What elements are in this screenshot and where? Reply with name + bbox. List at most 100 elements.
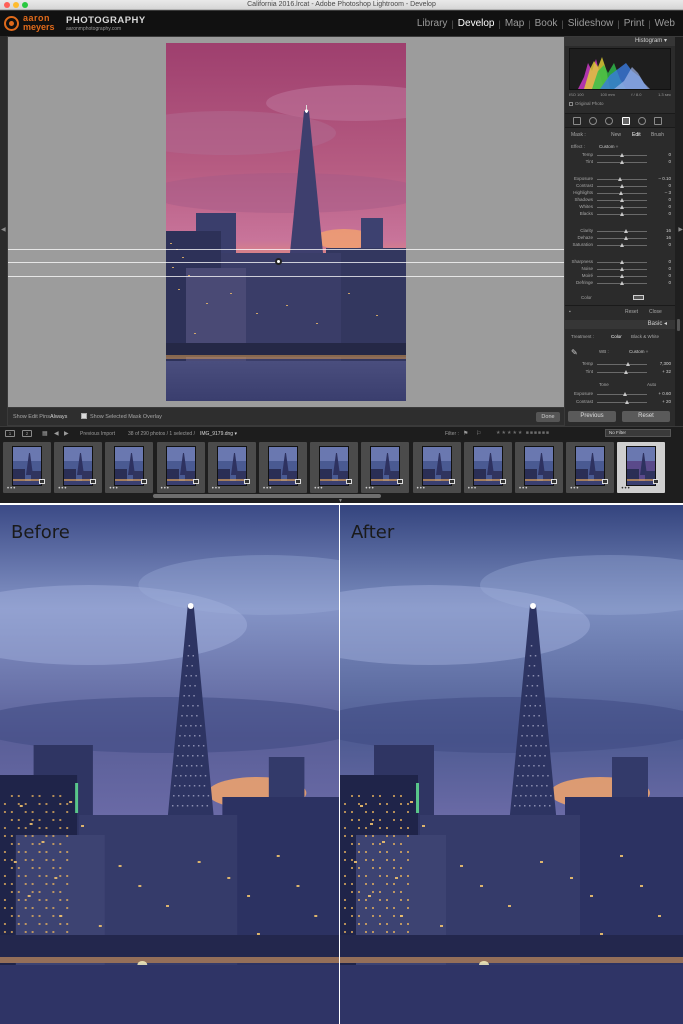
treatment-color-button[interactable]: Color xyxy=(611,334,622,339)
flag-filter-icon[interactable]: ⚑ xyxy=(463,430,468,437)
mask-brush-button[interactable]: Brush xyxy=(651,132,664,138)
slider-knob[interactable] xyxy=(619,205,624,209)
slider-track[interactable] xyxy=(597,184,647,188)
gradient-line-top[interactable] xyxy=(8,249,564,250)
slider-moir[interactable]: Moiré 0 xyxy=(565,273,675,280)
slider-shadows[interactable]: Shadows 0 xyxy=(565,197,675,204)
filter-select[interactable]: No Filter xyxy=(605,429,671,437)
done-button[interactable]: Done xyxy=(536,412,560,422)
filmstrip-thumbnail[interactable]: ••• xyxy=(515,442,563,493)
slider-track[interactable] xyxy=(597,281,647,285)
module-slideshow[interactable]: Slideshow xyxy=(564,18,618,29)
slider-value[interactable]: 0 xyxy=(651,280,671,285)
auto-tone-button[interactable]: Auto xyxy=(647,382,656,387)
filename-select[interactable]: IMG_9179.dng ▾ xyxy=(200,431,237,437)
module-develop[interactable]: Develop xyxy=(454,18,499,29)
adjustment-brush-tool-icon[interactable] xyxy=(654,117,662,125)
filmstrip-thumbnail[interactable]: ••• xyxy=(105,442,154,493)
collapse-filmstrip-icon[interactable]: ▼ xyxy=(338,498,343,503)
slider-value[interactable]: – 3 xyxy=(651,190,671,195)
slider-tint[interactable]: Tint 0 xyxy=(565,159,675,166)
slider-knob[interactable] xyxy=(619,212,624,216)
mask-overlay-checkbox[interactable] xyxy=(81,413,87,419)
slider-value[interactable]: 0 xyxy=(651,259,671,264)
slider-track[interactable] xyxy=(597,191,647,195)
basic-contrast-slider[interactable]: Contrast + 20 xyxy=(565,399,675,406)
slider-value[interactable]: 0 xyxy=(651,159,671,164)
module-web[interactable]: Web xyxy=(651,18,679,29)
basic-header[interactable]: Basic ◂ xyxy=(565,320,675,329)
graduated-filter-pin[interactable] xyxy=(275,258,282,265)
flag-outline-icon[interactable]: ⚐ xyxy=(476,430,481,437)
forward-arrow-icon[interactable]: ▶ xyxy=(64,430,69,437)
slider-track[interactable] xyxy=(597,153,647,157)
filmstrip-thumbnail[interactable]: ••• xyxy=(617,442,666,493)
source-label[interactable]: Previous Import xyxy=(80,431,115,437)
slider-knob[interactable] xyxy=(623,229,628,233)
mask-close-button[interactable]: Close xyxy=(649,309,662,315)
filmstrip-thumbnail[interactable]: ••• xyxy=(412,442,461,493)
mask-new-button[interactable]: New xyxy=(611,132,621,138)
slider-noise[interactable]: Noise 0 xyxy=(565,266,675,273)
slider-track[interactable] xyxy=(597,198,647,202)
panel-switch-icon[interactable]: ▪ xyxy=(569,309,571,315)
previous-button[interactable]: Previous xyxy=(568,411,616,422)
image-canvas[interactable] xyxy=(8,37,564,407)
window-1-button[interactable]: 1 xyxy=(5,430,15,437)
slider-value[interactable]: 0 xyxy=(651,204,671,209)
slider-knob[interactable] xyxy=(619,267,624,271)
slider-value[interactable]: 16 xyxy=(651,228,671,233)
filmstrip[interactable]: ••• ••• ••• ••• ••• ••• ••• ••• ••• ••• ••• ••• ••• … xyxy=(0,440,683,503)
spot-removal-tool-icon[interactable] xyxy=(589,117,597,125)
graduated-filter-tool-icon[interactable] xyxy=(622,117,630,125)
slider-dehaze[interactable]: Dehaze 16 xyxy=(565,235,675,242)
crop-tool-icon[interactable] xyxy=(573,117,581,125)
red-eye-tool-icon[interactable] xyxy=(605,117,613,125)
filmstrip-thumbnail[interactable]: ••• xyxy=(207,442,256,493)
treatment-bw-button[interactable]: Black & White xyxy=(631,334,659,339)
slider-blacks[interactable]: Blacks 0 xyxy=(565,211,675,218)
back-arrow-icon[interactable]: ◀ xyxy=(54,430,59,437)
slider-track[interactable] xyxy=(597,212,647,216)
slider-track[interactable] xyxy=(597,229,647,233)
color-swatch[interactable] xyxy=(633,295,644,300)
slider-clarity[interactable]: Clarity 16 xyxy=(565,228,675,235)
collapse-right-panel-icon[interactable]: ▶ xyxy=(678,226,683,233)
slider-exposure[interactable]: Exposure – 0.10 xyxy=(565,176,675,183)
slider-track[interactable] xyxy=(597,205,647,209)
develop-photo[interactable] xyxy=(166,43,406,401)
slider-knob[interactable] xyxy=(619,160,624,164)
slider-knob[interactable] xyxy=(619,198,624,202)
slider-defringe[interactable]: Defringe 0 xyxy=(565,280,675,287)
filmstrip-thumbnail[interactable]: ••• xyxy=(463,442,512,493)
slider-knob[interactable] xyxy=(618,191,623,195)
slider-value[interactable]: 0 xyxy=(651,266,671,271)
slider-whites[interactable]: Whites 0 xyxy=(565,204,675,211)
slider-track[interactable] xyxy=(597,267,647,271)
wb-select[interactable]: Custom ÷ xyxy=(629,349,648,354)
slider-value[interactable]: 0 xyxy=(651,211,671,216)
gradient-line-bottom[interactable] xyxy=(8,276,564,277)
mask-reset-button[interactable]: Reset xyxy=(625,309,638,315)
slider-value[interactable]: 0 xyxy=(651,152,671,157)
slider-contrast[interactable]: Contrast 0 xyxy=(565,183,675,190)
filmstrip-thumbnail[interactable]: ••• xyxy=(156,442,205,493)
histogram-header[interactable]: Histogram ▾ xyxy=(565,37,675,46)
filmstrip-thumbnail[interactable]: ••• xyxy=(54,442,103,493)
slider-value[interactable]: 0 xyxy=(651,197,671,202)
filmstrip-thumbnail[interactable]: ••• xyxy=(566,442,615,493)
slider-track[interactable] xyxy=(597,243,647,247)
module-book[interactable]: Book xyxy=(531,18,562,29)
filmstrip-thumbnail[interactable]: ••• xyxy=(259,442,307,493)
slider-saturation[interactable]: Saturation 0 xyxy=(565,242,675,249)
effect-select[interactable]: Custom ÷ xyxy=(599,144,618,149)
slider-value[interactable]: 0 xyxy=(651,273,671,278)
slider-value[interactable]: 0 xyxy=(651,183,671,188)
slider-knob[interactable] xyxy=(619,243,624,247)
slider-track[interactable] xyxy=(597,177,647,181)
slider-knob[interactable] xyxy=(619,153,624,157)
histogram[interactable] xyxy=(569,48,671,90)
slider-highlights[interactable]: Highlights – 3 xyxy=(565,190,675,197)
slider-knob[interactable] xyxy=(619,184,624,188)
slider-sharpness[interactable]: Sharpness 0 xyxy=(565,259,675,266)
